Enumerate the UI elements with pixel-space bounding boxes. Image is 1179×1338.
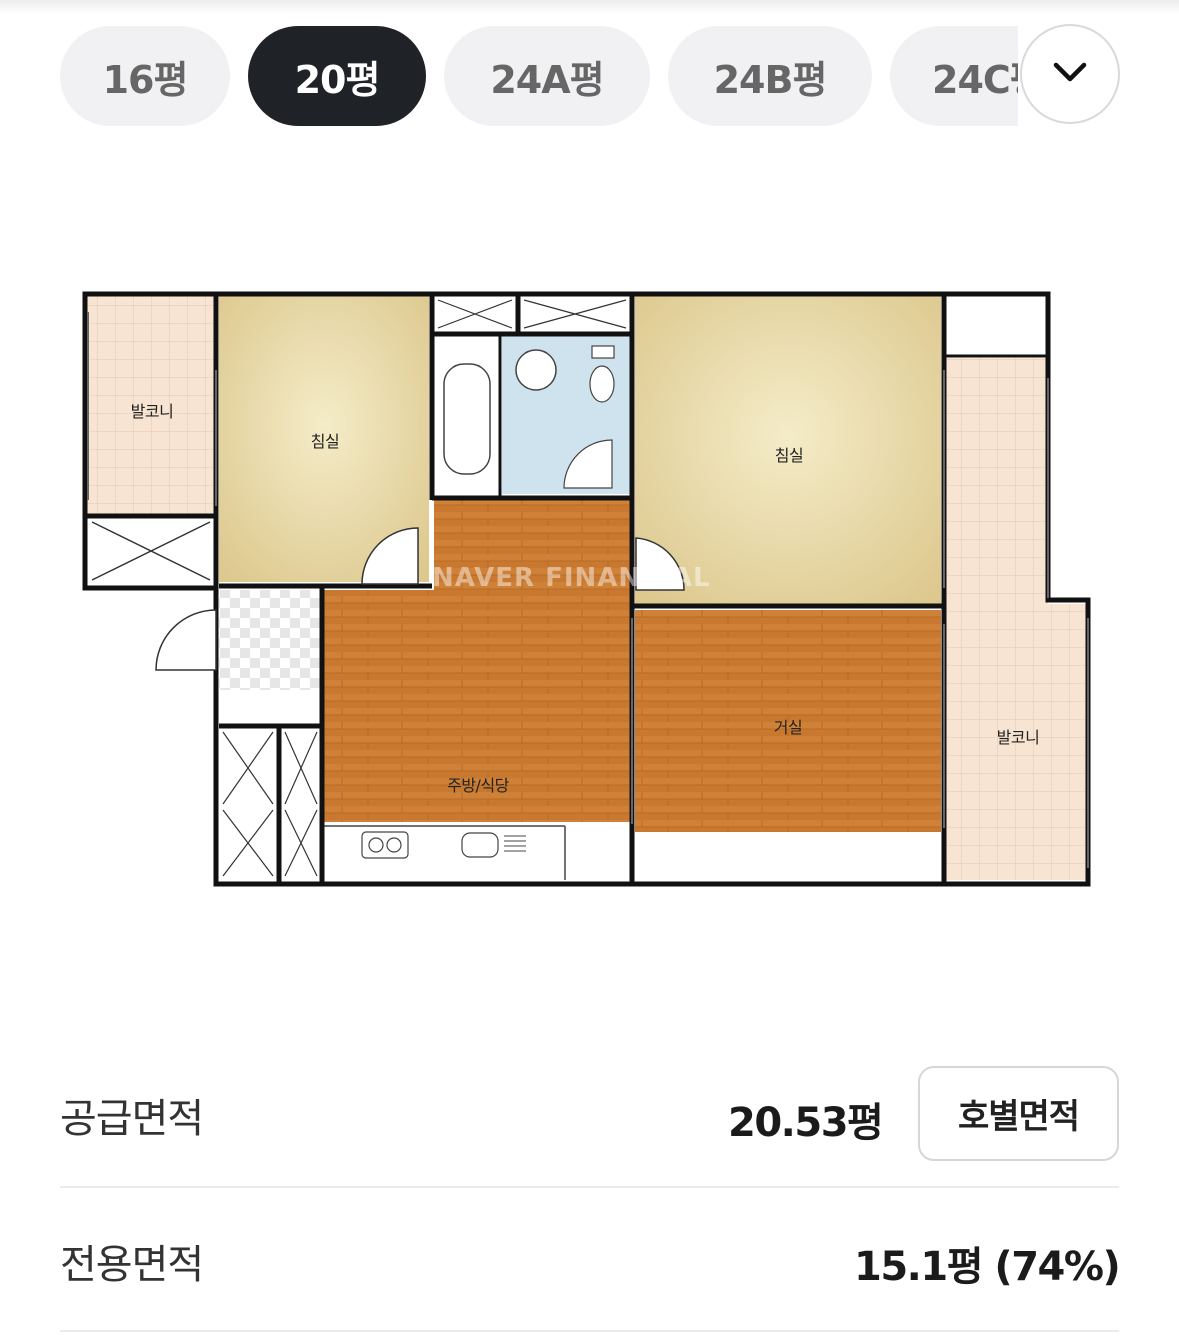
size-tab-bar: 16평 20평 24A평 24B평 24C평 [0, 24, 1179, 128]
chevron-down-icon [1048, 50, 1092, 98]
room-label-living: 거실 [773, 718, 803, 737]
floor-plan-drawing: NAVER FINANCIAL [82, 291, 1091, 887]
exclusive-area-label: 전용면적 [60, 1242, 204, 1288]
room-label-kitchen: 주방/식당 [447, 776, 509, 795]
tab-16[interactable]: 16평 [60, 26, 230, 126]
exclusive-area-value: 15.1평 (74%) [854, 1244, 1121, 1290]
row-divider [60, 1186, 1119, 1188]
room-label-balcony-right: 발코니 [996, 728, 1040, 747]
supply-area-label: 공급면적 [60, 1096, 204, 1142]
more-sizes-button[interactable] [1020, 24, 1120, 124]
room-label-bedroom-large: 침실 [774, 446, 804, 465]
unit-area-button[interactable]: 호별면적 [918, 1066, 1119, 1161]
tab-24a[interactable]: 24A평 [444, 26, 650, 126]
floor-plan: NAVER FINANCIAL 발코니 침실 침실 거실 주방/식당 발코니 [80, 288, 1096, 892]
svg-text:NAVER FINANCIAL: NAVER FINANCIAL [432, 563, 711, 593]
room-label-balcony-left: 발코니 [130, 402, 174, 421]
room-label-bedroom-small: 침실 [310, 432, 340, 451]
row-divider-bottom [60, 1330, 1119, 1332]
tab-24b[interactable]: 24B평 [668, 26, 872, 126]
supply-area-value: 20.53평 [728, 1100, 884, 1146]
top-shadow [0, 0, 1179, 14]
tab-20[interactable]: 20평 [248, 26, 426, 126]
